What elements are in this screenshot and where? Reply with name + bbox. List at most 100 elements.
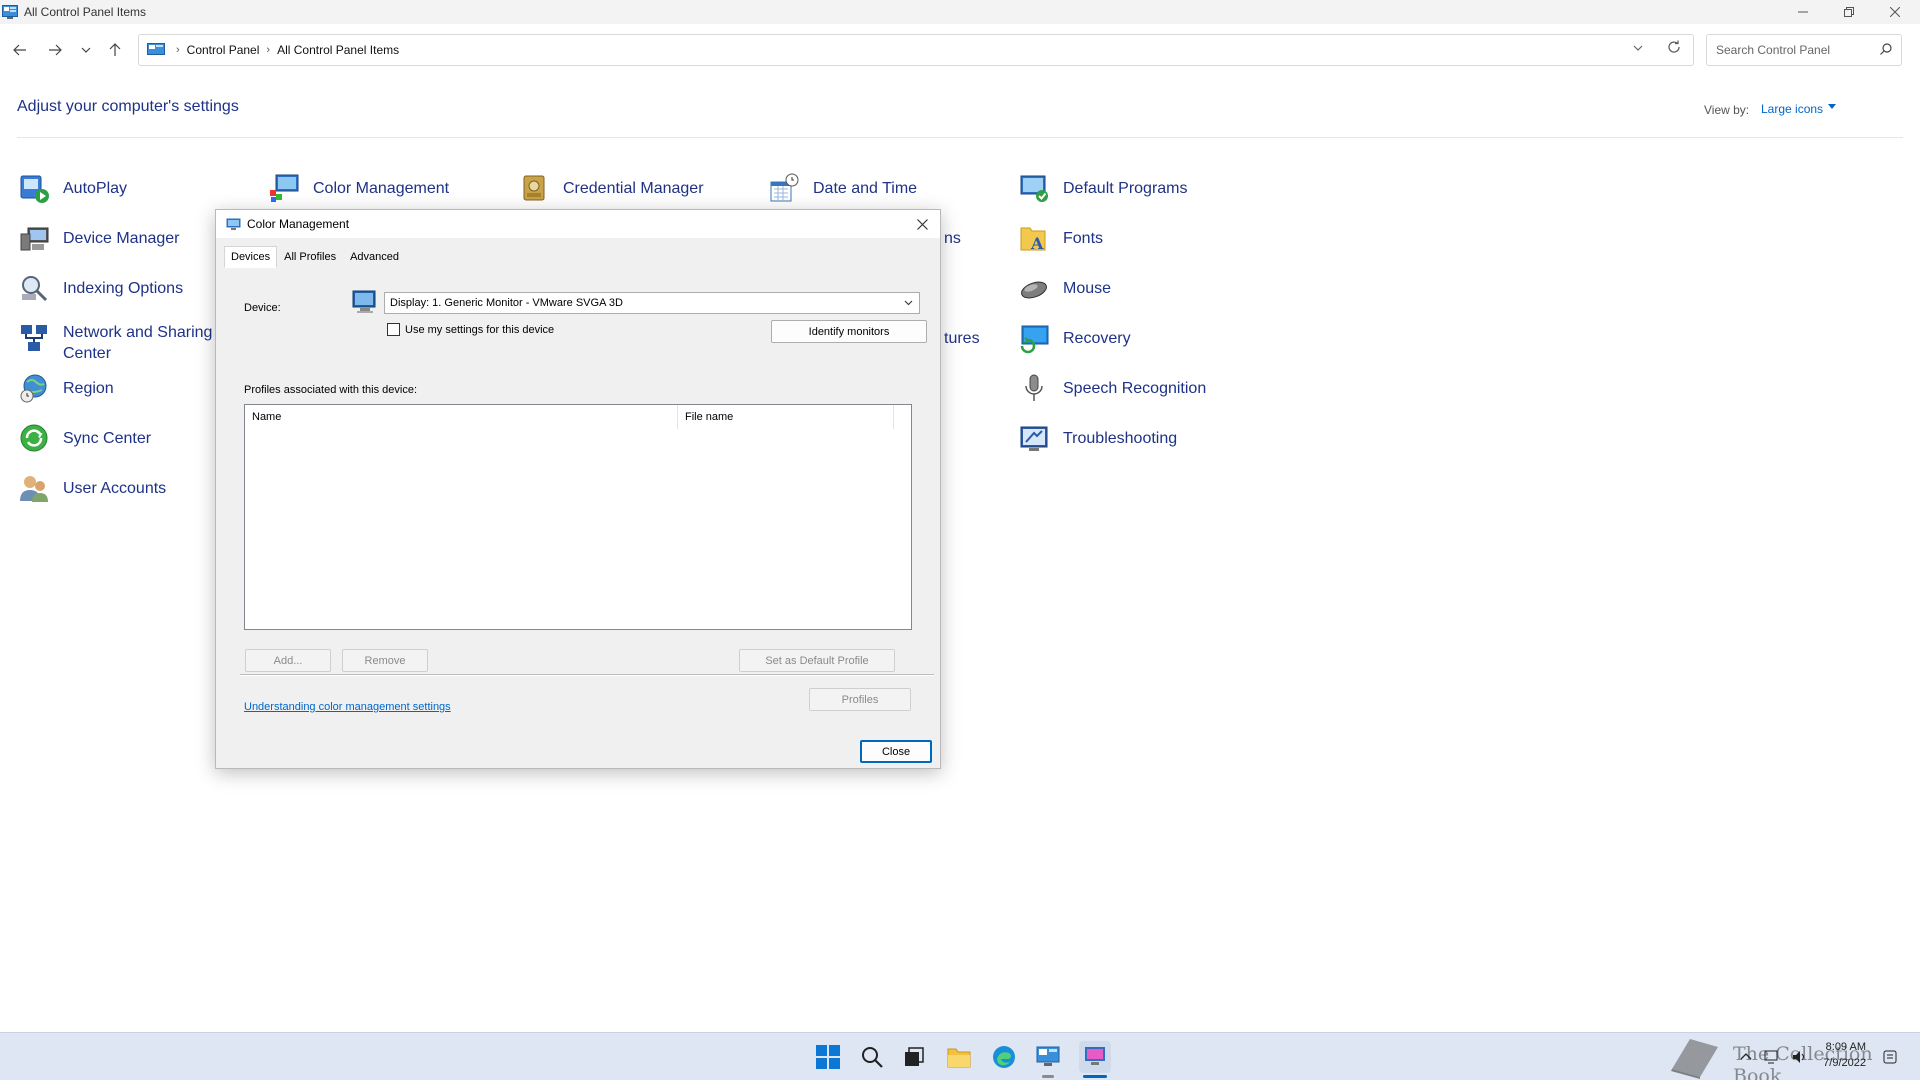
- view-by-dropdown[interactable]: Large icons: [1761, 102, 1823, 116]
- tab-all-profiles[interactable]: All Profiles: [277, 246, 343, 268]
- profiles-associated-label: Profiles associated with this device:: [244, 384, 418, 396]
- notifications-button[interactable]: [1880, 1043, 1900, 1071]
- search-input[interactable]: [1716, 43, 1876, 57]
- taskbar-control-panel-button[interactable]: [1034, 1043, 1062, 1071]
- dialog-titlebar[interactable]: Color Management: [216, 210, 940, 238]
- clock-date[interactable]: 7/9/2022: [1810, 1057, 1866, 1069]
- breadcrumb-all-items[interactable]: All Control Panel Items: [277, 43, 399, 57]
- notification-icon: [1883, 1050, 1897, 1064]
- cp-item-default-programs[interactable]: Default Programs: [1018, 172, 1188, 204]
- address-bar[interactable]: › Control Panel › All Control Panel Item…: [138, 34, 1694, 66]
- cp-label: Default Programs: [1063, 179, 1188, 197]
- device-select[interactable]: Display: 1. Generic Monitor - VMware SVG…: [384, 292, 920, 314]
- search-box[interactable]: [1706, 34, 1902, 66]
- back-button[interactable]: [8, 38, 32, 62]
- dialog-tabs: Devices All Profiles Advanced: [224, 246, 406, 268]
- understanding-color-link[interactable]: Understanding color management settings: [244, 701, 451, 713]
- cp-item-user-accounts[interactable]: User Accounts: [18, 472, 166, 504]
- cp-item-autoplay[interactable]: AutoPlay: [18, 172, 127, 204]
- window-title: All Control Panel Items: [24, 5, 147, 19]
- cp-label: tures: [944, 330, 980, 347]
- windows-logo-icon: [816, 1045, 840, 1069]
- cp-item-indexing-options[interactable]: Indexing Options: [18, 272, 183, 304]
- network-icon: [21, 325, 47, 351]
- use-my-settings-checkbox[interactable]: [387, 323, 400, 336]
- cp-label: AutoPlay: [63, 179, 128, 197]
- clock-time[interactable]: 8:09 AM: [1810, 1041, 1866, 1053]
- restore-button[interactable]: [1826, 0, 1872, 24]
- autoplay-icon: [20, 175, 49, 203]
- cp-item-troubleshooting[interactable]: Troubleshooting: [1018, 422, 1177, 454]
- tray-overflow-button[interactable]: [1736, 1043, 1756, 1071]
- breadcrumb-separator-icon: ›: [266, 44, 271, 56]
- dialog-close-text-button[interactable]: Close: [860, 740, 932, 763]
- volume-button[interactable]: [1790, 1043, 1810, 1071]
- control-panel-icon: [147, 43, 165, 55]
- refresh-button[interactable]: [1667, 40, 1681, 58]
- devices-tab-panel: Device: Display: 1. Generic Monitor - VM…: [224, 268, 932, 716]
- cp-item-recovery[interactable]: Recovery: [1018, 322, 1131, 354]
- cp-item-devices-partial[interactable]: ns: [944, 228, 961, 249]
- breadcrumb-separator-icon: ›: [176, 44, 180, 56]
- identify-monitors-button[interactable]: Identify monitors: [771, 320, 927, 343]
- taskbar-color-management-button[interactable]: [1079, 1041, 1111, 1073]
- cp-item-credential-manager[interactable]: Credential Manager: [518, 172, 704, 204]
- sync-icon: [20, 424, 48, 452]
- task-view-button[interactable]: [900, 1043, 928, 1071]
- cp-item-sync-center[interactable]: Sync Center: [18, 422, 151, 454]
- recent-locations-button[interactable]: [74, 38, 98, 62]
- column-header-name[interactable]: Name: [245, 405, 678, 429]
- profiles-button[interactable]: Profiles: [809, 688, 911, 711]
- cp-item-region[interactable]: Region: [18, 372, 114, 404]
- cp-label: Date and Time: [813, 179, 918, 197]
- refresh-icon: [1668, 40, 1680, 53]
- edge-icon: [993, 1046, 1015, 1068]
- use-my-settings-label[interactable]: Use my settings for this device: [405, 324, 554, 336]
- color-management-icon: [270, 174, 299, 202]
- cp-item-features-partial[interactable]: tures: [944, 328, 980, 349]
- cp-item-date-and-time[interactable]: Date and Time: [768, 172, 917, 204]
- cp-label: Recovery: [1063, 329, 1131, 347]
- start-button[interactable]: [814, 1043, 842, 1071]
- tab-devices[interactable]: Devices: [224, 246, 278, 268]
- cp-item-speech-recognition[interactable]: Speech Recognition: [1018, 372, 1206, 404]
- forward-button[interactable]: [43, 38, 67, 62]
- set-default-profile-button[interactable]: Set as Default Profile: [739, 649, 895, 672]
- taskbar-search-button[interactable]: [858, 1043, 886, 1071]
- page-title: Adjust your computer's settings: [17, 98, 239, 115]
- up-button[interactable]: [103, 38, 127, 62]
- color-management-icon: [1085, 1047, 1105, 1065]
- microphone-icon: [1025, 374, 1043, 401]
- cp-label: Speech Recognition: [1063, 379, 1207, 397]
- chevron-down-icon: [81, 47, 91, 53]
- cp-item-device-manager[interactable]: Device Manager: [18, 222, 180, 254]
- address-dropdown-button[interactable]: [1633, 43, 1643, 56]
- minimize-button[interactable]: [1780, 0, 1826, 24]
- cp-label: Credential Manager: [563, 179, 704, 197]
- color-management-icon: [226, 218, 241, 230]
- file-explorer-button[interactable]: [945, 1043, 973, 1071]
- column-header-file-name[interactable]: File name: [678, 405, 894, 429]
- cp-label: Troubleshooting: [1063, 429, 1178, 447]
- tab-advanced[interactable]: Advanced: [343, 246, 406, 268]
- globe-clock-icon: [20, 374, 47, 403]
- cp-item-fonts[interactable]: A Fonts: [1018, 222, 1103, 254]
- dialog-close-button[interactable]: [910, 214, 934, 234]
- add-profile-button[interactable]: Add...: [245, 649, 331, 672]
- cp-label: ns: [944, 230, 961, 247]
- cp-item-color-management[interactable]: Color Management: [268, 172, 449, 204]
- breadcrumb-control-panel[interactable]: Control Panel: [187, 43, 260, 57]
- cp-item-network-sharing[interactable]: Network and Sharing Center: [18, 322, 212, 364]
- network-status-button[interactable]: [1762, 1043, 1782, 1071]
- dialog-title: Color Management: [247, 217, 350, 231]
- remove-profile-button[interactable]: Remove: [342, 649, 428, 672]
- caret-down-icon[interactable]: [1828, 104, 1836, 109]
- search-icon[interactable]: [1879, 42, 1893, 56]
- cp-item-mouse[interactable]: Mouse: [1018, 272, 1111, 304]
- close-window-button[interactable]: [1872, 0, 1918, 24]
- edge-browser-button[interactable]: [990, 1043, 1018, 1071]
- cp-label: Sync Center: [63, 429, 152, 447]
- users-icon: [20, 476, 48, 502]
- profiles-list[interactable]: Name File name: [244, 404, 912, 630]
- arrow-right-icon: [49, 44, 62, 56]
